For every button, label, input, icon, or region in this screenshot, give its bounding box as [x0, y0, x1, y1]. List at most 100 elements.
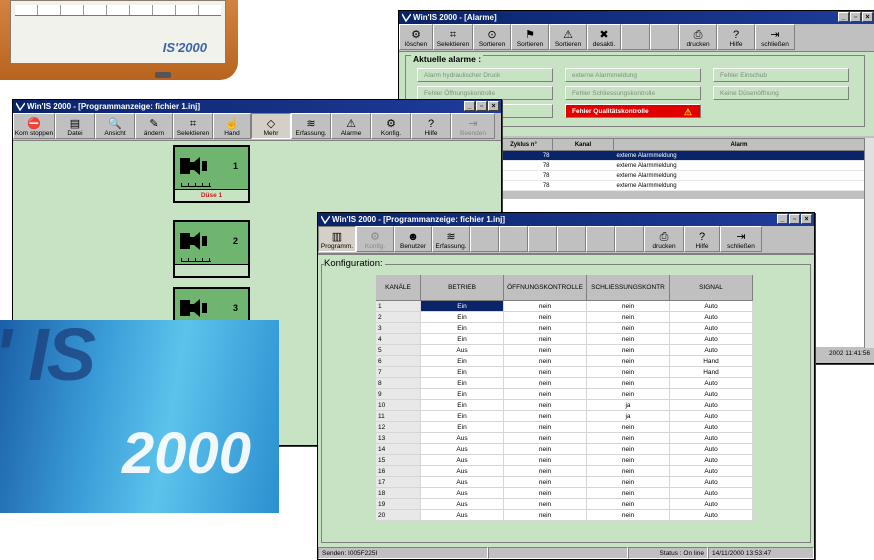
alarm-indicator-fehler-schliessungskontrolle[interactable]: Fehler Schliessungskontrolle: [565, 86, 701, 100]
konfig-row[interactable]: 12 Ein nein nein Auto: [376, 421, 753, 433]
toolbar-desakti-button[interactable]: ✖ desakti.: [587, 24, 621, 50]
konfig-cell-signal[interactable]: Auto: [669, 388, 753, 400]
konfig-cell-o-ffnungskontrolle[interactable]: nein: [503, 465, 587, 477]
toolbar-hand-button[interactable]: ☝ Hand: [213, 113, 251, 139]
konfig-cell-schliessungskontr[interactable]: nein: [586, 300, 670, 312]
konfig-cell-betrieb[interactable]: Ein: [420, 366, 504, 378]
restore-button[interactable]: ▫: [789, 214, 800, 224]
konfig-cell-betrieb[interactable]: Aus: [420, 465, 504, 477]
konfig-cell-betrieb[interactable]: Ein: [420, 399, 504, 411]
konfig-cell-schliessungskontr[interactable]: nein: [586, 388, 670, 400]
toolbar-sortieren-button[interactable]: ⊙ Sortieren: [473, 24, 511, 50]
konfig-cell-betrieb[interactable]: Ein: [420, 311, 504, 323]
program-titlebar[interactable]: Win'IS 2000 - [Programmanzeige: fichier …: [13, 100, 501, 113]
konfig-cell-signal[interactable]: Auto: [669, 498, 753, 510]
konfig-cell-signal[interactable]: Auto: [669, 399, 753, 411]
konfig-cell-signal[interactable]: Auto: [669, 377, 753, 389]
konfig-cell-signal[interactable]: Auto: [669, 333, 753, 345]
toolbar-ansicht-button[interactable]: 🔍 Ansicht: [95, 113, 135, 139]
toolbar-a-ndern-button[interactable]: ✎ ändern: [135, 113, 173, 139]
konfig-cell-schliessungskontr[interactable]: ja: [586, 399, 670, 411]
konfig-cell-schliessungskontr[interactable]: nein: [586, 355, 670, 367]
konfig-cell-schliessungskontr[interactable]: nein: [586, 311, 670, 323]
konfig-cell-o-ffnungskontrolle[interactable]: nein: [503, 410, 587, 422]
konfig-cell-o-ffnungskontrolle[interactable]: nein: [503, 454, 587, 466]
konfig-cell-schliessungskontr[interactable]: nein: [586, 509, 670, 521]
konfig-cell-schliessungskontr[interactable]: nein: [586, 443, 670, 455]
close-button[interactable]: ×: [862, 12, 873, 22]
konfig-cell-signal[interactable]: Auto: [669, 443, 753, 455]
nozzle-unit-2[interactable]: 2: [173, 220, 250, 278]
nozzle-unit-1[interactable]: 1 Düse 1: [173, 145, 250, 203]
konfig-cell-schliessungskontr[interactable]: nein: [586, 377, 670, 389]
konfig-cell-signal[interactable]: Auto: [669, 465, 753, 477]
close-button[interactable]: ×: [801, 214, 812, 224]
konfig-cell-betrieb[interactable]: Ein: [420, 377, 504, 389]
alarm-indicator-externe-alarmmeldung[interactable]: externe Alarmmeldung: [565, 68, 701, 82]
konfig-cell-betrieb[interactable]: Aus: [420, 487, 504, 499]
konfig-row[interactable]: 20 Aus nein nein Auto: [376, 509, 753, 521]
alarm-scrollbar[interactable]: [864, 138, 874, 348]
konfig-cell-o-ffnungskontrolle[interactable]: nein: [503, 300, 587, 312]
konfig-cell-o-ffnungskontrolle[interactable]: nein: [503, 377, 587, 389]
konfig-row[interactable]: 19 Aus nein nein Auto: [376, 498, 753, 510]
toolbar-beenden-button[interactable]: ⇥ Beenden: [451, 113, 495, 139]
close-button[interactable]: ×: [488, 101, 499, 111]
konfig-col-kana-le[interactable]: KANÄLE: [376, 275, 421, 301]
konfig-row[interactable]: 3 Ein nein nein Auto: [376, 322, 753, 334]
col-alarm[interactable]: Alarm: [613, 138, 865, 151]
konfig-row[interactable]: 2 Ein nein nein Auto: [376, 311, 753, 323]
konfig-cell-betrieb[interactable]: Aus: [420, 476, 504, 488]
toolbar-erfassung-button[interactable]: ≋ Erfassung.: [432, 226, 470, 252]
toolbar-konfig-button[interactable]: ⚙ Konfig.: [356, 226, 394, 252]
konfig-cell-schliessungskontr[interactable]: nein: [586, 465, 670, 477]
konfig-cell-betrieb[interactable]: Ein: [420, 333, 504, 345]
restore-button[interactable]: ▫: [476, 101, 487, 111]
konfig-cell-o-ffnungskontrolle[interactable]: nein: [503, 388, 587, 400]
konfig-cell-o-ffnungskontrolle[interactable]: nein: [503, 443, 587, 455]
toolbar-lo-schen-button[interactable]: ⚙ löschen: [399, 24, 433, 50]
konfig-cell-betrieb[interactable]: Ein: [420, 410, 504, 422]
toolbar-hilfe-button[interactable]: ? Hilfe: [411, 113, 451, 139]
konfig-cell-betrieb[interactable]: Ein: [420, 355, 504, 367]
konfig-cell-signal[interactable]: Auto: [669, 410, 753, 422]
minimize-button[interactable]: _: [838, 12, 849, 22]
konfig-cell-o-ffnungskontrolle[interactable]: nein: [503, 487, 587, 499]
toolbar-drucken-button[interactable]: ⎙ drucken: [644, 226, 684, 252]
konfig-cell-betrieb[interactable]: Aus: [420, 498, 504, 510]
konfig-cell-schliessungskontr[interactable]: nein: [586, 476, 670, 488]
konfig-titlebar[interactable]: Win'IS 2000 - [Programmanzeige: fichier …: [318, 213, 814, 226]
minimize-button[interactable]: _: [777, 214, 788, 224]
konfig-row[interactable]: 1 Ein nein nein Auto: [376, 300, 753, 312]
toolbar-sortieren-button[interactable]: ⚑ Sortieren: [511, 24, 549, 50]
toolbar-programm-button[interactable]: ▥ Programm.: [318, 226, 356, 252]
alarm-row[interactable]: 78 externe Alarmmeldung: [494, 170, 865, 181]
konfig-row[interactable]: 9 Ein nein nein Auto: [376, 388, 753, 400]
konfig-cell-betrieb[interactable]: Aus: [420, 443, 504, 455]
alarm-indicator-keine-du-seno-ffnung[interactable]: Keine Düsenöffnung: [713, 86, 849, 100]
toolbar-sortieren-button[interactable]: ⚠ Sortieren: [549, 24, 587, 50]
konfig-row[interactable]: 14 Aus nein nein Auto: [376, 443, 753, 455]
konfig-cell-o-ffnungskontrolle[interactable]: nein: [503, 421, 587, 433]
konfig-cell-betrieb[interactable]: Ein: [420, 421, 504, 433]
col-zyklus[interactable]: Zyklus n°: [494, 138, 553, 151]
toolbar-schlie-en-button[interactable]: ⇥ schließen: [720, 226, 762, 252]
toolbar-erfassung-button[interactable]: ≋ Erfassung.: [291, 113, 331, 139]
konfig-cell-o-ffnungskontrolle[interactable]: nein: [503, 366, 587, 378]
minimize-button[interactable]: _: [464, 101, 475, 111]
konfig-row[interactable]: 18 Aus nein nein Auto: [376, 487, 753, 499]
konfig-cell-betrieb[interactable]: Aus: [420, 344, 504, 356]
konfig-cell-schliessungskontr[interactable]: nein: [586, 454, 670, 466]
toolbar-selektieren-button[interactable]: ⌗ Selektieren: [433, 24, 473, 50]
konfig-cell-schliessungskontr[interactable]: nein: [586, 333, 670, 345]
alarm-indicator-alarm-hydraulischer-druck[interactable]: Alarm hydraulischer Druck: [417, 68, 553, 82]
konfig-cell-signal[interactable]: Hand: [669, 355, 753, 367]
konfig-col-betrieb[interactable]: BETRIEB: [420, 275, 504, 301]
konfig-cell-signal[interactable]: Auto: [669, 322, 753, 334]
konfig-col-schliessungskontr[interactable]: SCHLIESSUNGSKONTR: [586, 275, 670, 301]
konfig-cell-signal[interactable]: Auto: [669, 432, 753, 444]
konfig-cell-o-ffnungskontrolle[interactable]: nein: [503, 355, 587, 367]
konfig-cell-signal[interactable]: Hand: [669, 366, 753, 378]
konfig-row[interactable]: 5 Aus nein nein Auto: [376, 344, 753, 356]
toolbar-konfig-button[interactable]: ⚙ Konfig.: [371, 113, 411, 139]
